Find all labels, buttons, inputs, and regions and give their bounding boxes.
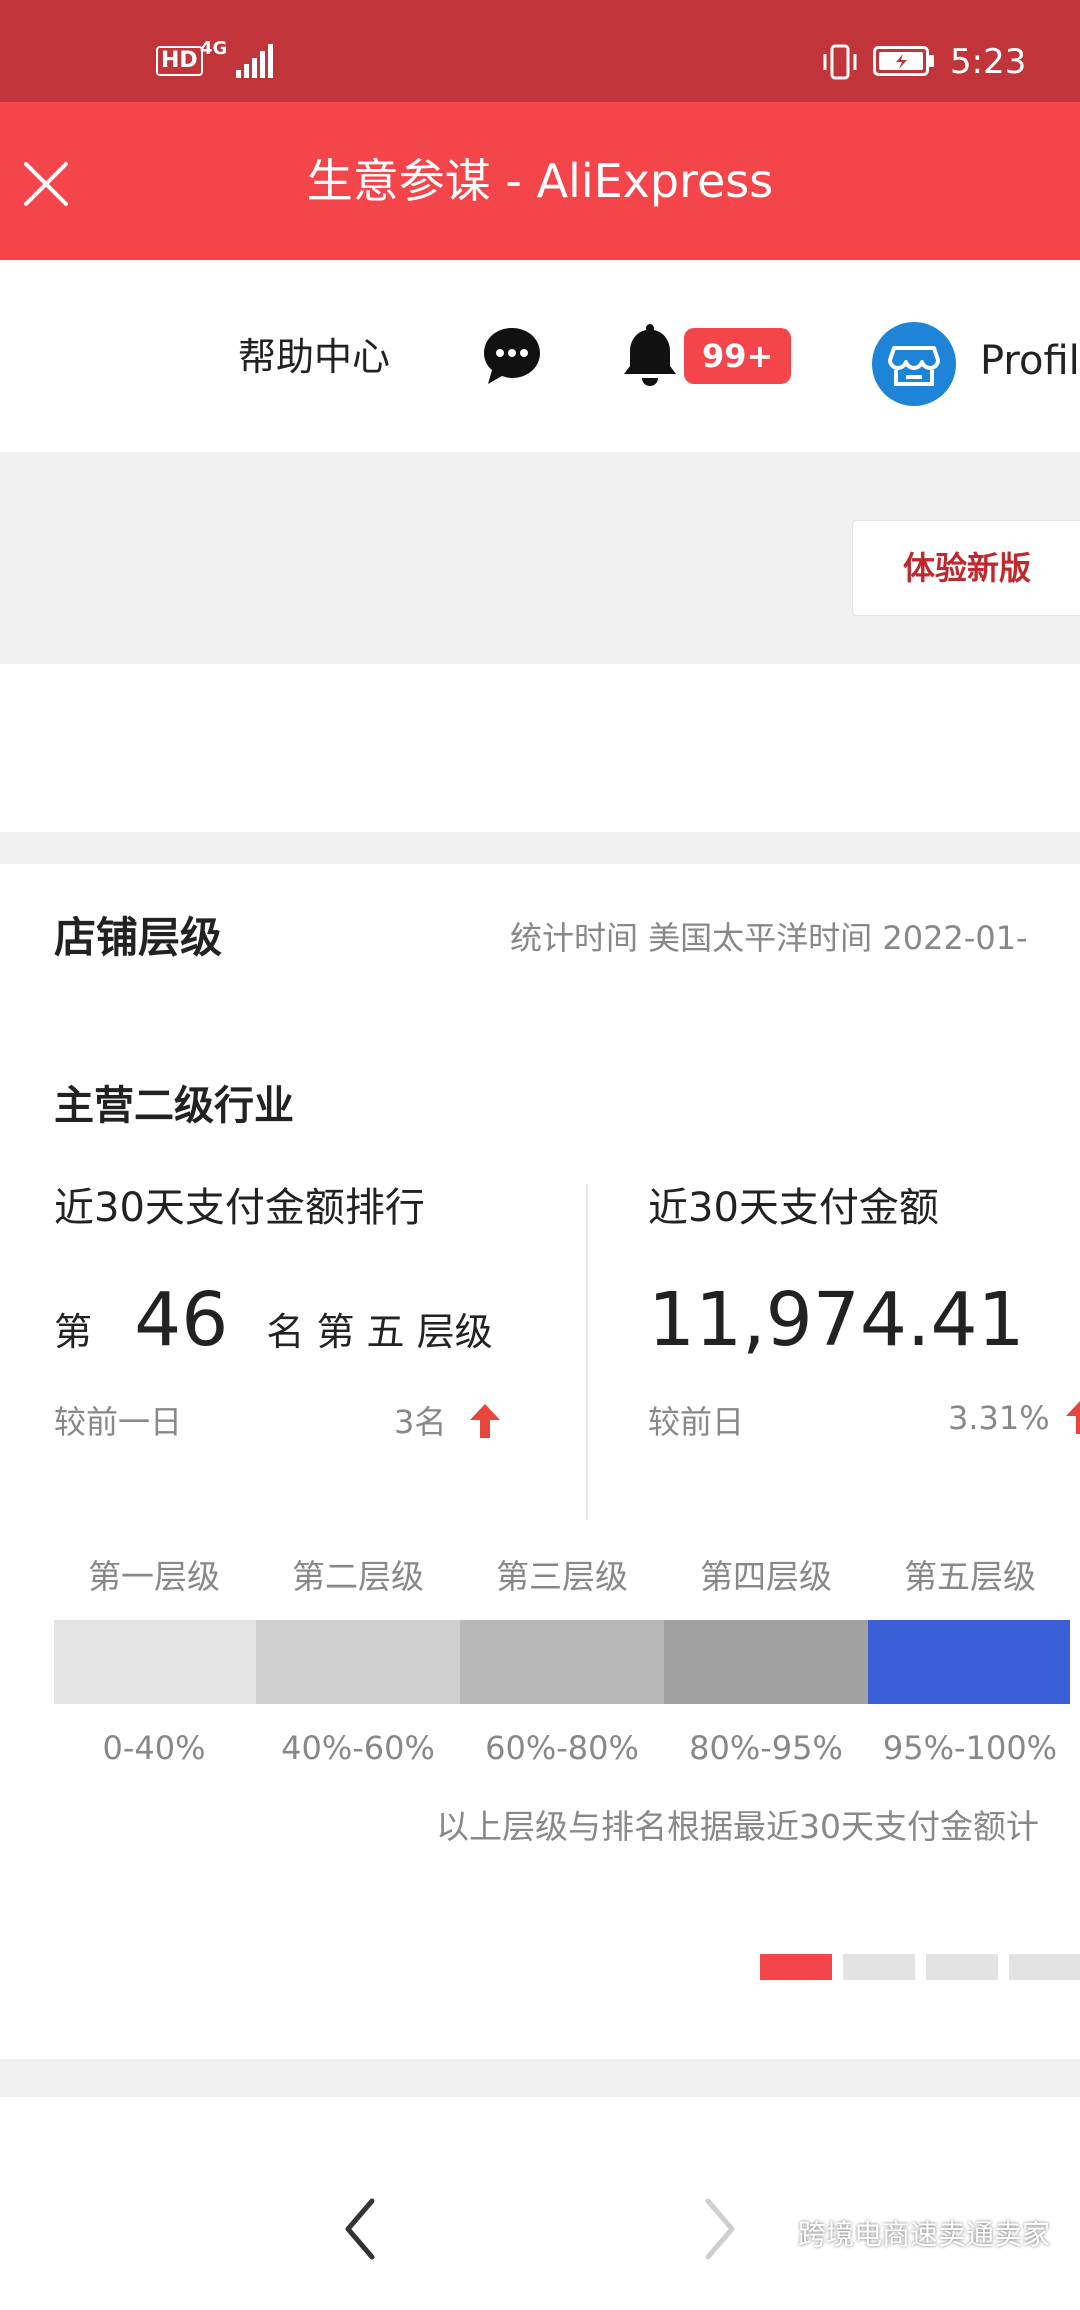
level-note: 以上层级与排名根据最近30天支付金额计 — [436, 1807, 1039, 1846]
help-center-link[interactable]: 帮助中心 — [238, 332, 390, 382]
amount-metric-label: 近30天支付金额 — [648, 1185, 939, 1231]
level-range-5: 95%-100% — [882, 1729, 1058, 1767]
arrow-up-icon — [1066, 1401, 1080, 1434]
level-bar-1 — [54, 1620, 256, 1704]
bottom-nav: 跨境电商速卖通卖家 — [0, 2097, 1080, 2310]
amount-value: 11,974.41 — [648, 1277, 1025, 1363]
level-bar-5 — [868, 1620, 1070, 1704]
level-bar-3 — [460, 1620, 664, 1704]
chat-icon[interactable] — [480, 324, 544, 388]
clock: 5:23 — [950, 42, 1027, 82]
notification-badge: 99+ — [684, 328, 792, 384]
level-label-1: 第一层级 — [88, 1557, 220, 1596]
level-range-2: 40%-60% — [281, 1729, 435, 1767]
profile-link[interactable]: Profil — [980, 336, 1080, 386]
rank-suffix: 名 第 五 层级 — [266, 1310, 493, 1354]
card-title: 店铺层级 — [54, 913, 223, 962]
title-bar: 生意参谋 - AliExpress — [0, 102, 1080, 260]
level-range-4: 80%-95% — [689, 1729, 843, 1767]
level-label-5: 第五层级 — [904, 1557, 1036, 1596]
level-bar-2 — [256, 1620, 460, 1704]
rank-value: 46 — [134, 1277, 229, 1363]
primary-industry-heading: 主营二级行业 — [54, 1083, 294, 1129]
hd-indicator: HD — [156, 46, 203, 76]
chevron-right-icon[interactable] — [700, 2197, 740, 2261]
page-title: 生意参谋 - AliExpress — [306, 154, 774, 208]
battery-icon — [873, 46, 934, 76]
level-label-4: 第四层级 — [700, 1557, 832, 1596]
amount-compare-label: 较前日 — [648, 1403, 745, 1441]
level-bar-4 — [664, 1620, 868, 1704]
rank-compare-value: 3名 — [394, 1403, 447, 1441]
arrow-up-icon — [470, 1404, 500, 1438]
carousel-dot-active[interactable] — [760, 1954, 832, 1980]
statistics-time: 统计时间 美国太平洋时间 2022-01- — [510, 919, 1028, 957]
try-new-version-button[interactable]: 体验新版 — [852, 520, 1080, 616]
vibrate-icon — [823, 44, 857, 80]
chevron-left-icon[interactable] — [340, 2197, 380, 2261]
carousel-dot[interactable] — [1009, 1954, 1080, 1980]
carousel-dot[interactable] — [926, 1954, 998, 1980]
level-range-3: 60%-80% — [485, 1729, 639, 1767]
level-range-1: 0-40% — [102, 1729, 206, 1767]
rank-compare-label: 较前一日 — [54, 1403, 183, 1441]
rank-prefix: 第 — [54, 1310, 93, 1354]
metric-divider — [586, 1184, 588, 1520]
blank-panel — [0, 664, 1080, 832]
carousel-dot[interactable] — [843, 1954, 915, 1980]
wechat-icon — [750, 2221, 790, 2251]
signal-icon — [236, 44, 273, 78]
store-level-card: 店铺层级 统计时间 美国太平洋时间 2022-01- 主营二级行业 近30天支付… — [0, 864, 1080, 2059]
top-nav: 帮助中心 99+ Profil — [0, 260, 1080, 452]
rank-row: 第 46 名 第 五 层级 — [54, 1280, 493, 1372]
watermark-text: 跨境电商速卖通卖家 — [798, 2218, 1051, 2251]
store-icon[interactable] — [872, 322, 956, 406]
close-icon[interactable] — [20, 158, 72, 210]
watermark: 跨境电商速卖通卖家 — [750, 2215, 1050, 2255]
rank-metric-label: 近30天支付金额排行 — [54, 1185, 425, 1231]
status-bar: HD 4G 5:23 — [0, 0, 1080, 102]
level-label-3: 第三层级 — [496, 1557, 628, 1596]
bell-icon[interactable] — [620, 320, 680, 388]
level-label-2: 第二层级 — [292, 1557, 424, 1596]
amount-compare-value: 3.31% — [948, 1399, 1050, 1437]
